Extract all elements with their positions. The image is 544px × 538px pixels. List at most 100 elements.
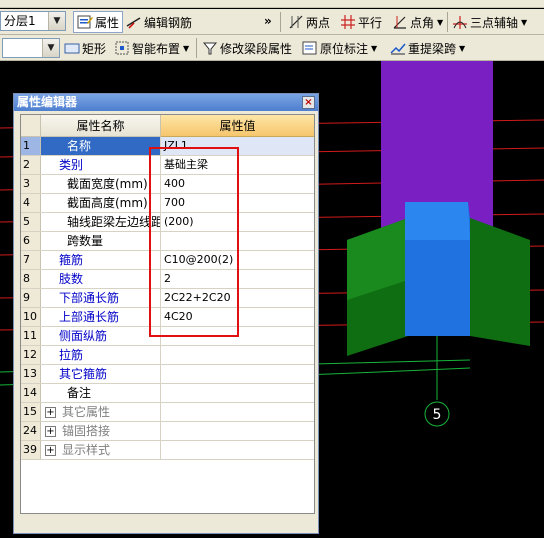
axis-number: 5: [433, 407, 442, 423]
property-value[interactable]: [161, 441, 314, 459]
re-extract-span-button[interactable]: 重提梁跨 ▼: [390, 37, 465, 59]
property-row[interactable]: 2 类别 基础主梁: [21, 156, 314, 175]
property-value[interactable]: C10@200(2): [161, 251, 314, 269]
property-value[interactable]: 400: [161, 175, 314, 193]
panel-title-bar[interactable]: 属性编辑器 ×: [14, 94, 318, 111]
smart-layout-icon: [115, 41, 129, 55]
row-number: 12: [21, 346, 41, 364]
expand-plus-icon[interactable]: +: [45, 445, 56, 456]
point-angle-button[interactable]: 点角 ▼: [392, 11, 443, 33]
annotation-icon: [302, 41, 317, 55]
property-row[interactable]: 7 箍筋 C10@200(2): [21, 251, 314, 270]
smart-layout-label: 智能布置: [132, 41, 181, 56]
toolbar-row-2: ▼ 矩形 智能布置 ▼ 修改梁段属性 原位标注 ▼ 重提梁跨 ▼: [0, 35, 544, 61]
re-extract-span-icon: [390, 43, 406, 55]
property-row[interactable]: 39 + 显示样式: [21, 441, 314, 460]
chevron-down-icon[interactable]: ▼: [48, 12, 65, 30]
property-row[interactable]: 4 截面高度(mm) 700: [21, 194, 314, 213]
beam-right-face[interactable]: [470, 218, 530, 346]
property-name: 上部通长筋: [41, 308, 161, 326]
row-number: 7: [21, 251, 41, 269]
property-name: 箍筋: [41, 251, 161, 269]
toolbar-overflow-button[interactable]: »: [264, 10, 272, 32]
chevron-down-icon[interactable]: ▼: [183, 44, 189, 53]
property-row[interactable]: 8 肢数 2: [21, 270, 314, 289]
property-value[interactable]: [161, 403, 314, 421]
property-row[interactable]: 1 名称 JZL1: [21, 137, 314, 156]
property-value[interactable]: [161, 365, 314, 383]
parallel-icon: [341, 15, 355, 29]
property-row[interactable]: 5 轴线距梁左边线距 (200): [21, 213, 314, 232]
draw-mode-combo[interactable]: ▼: [2, 38, 60, 58]
row-number: 3: [21, 175, 41, 193]
property-icon: [77, 15, 93, 29]
row-number: 2: [21, 156, 41, 174]
property-value[interactable]: 4C20: [161, 308, 314, 326]
property-row[interactable]: 11 侧面纵筋: [21, 327, 314, 346]
property-value[interactable]: [161, 384, 314, 402]
grid-header: 属性名称 属性值: [21, 115, 314, 137]
chevron-down-icon[interactable]: ▼: [459, 44, 465, 53]
property-button[interactable]: 属性: [73, 11, 124, 33]
modify-segment-props-button[interactable]: 修改梁段属性: [202, 37, 292, 59]
three-point-aux-button[interactable]: 三点辅轴 ▼: [452, 11, 527, 33]
property-name: + 其它属性: [41, 403, 161, 421]
rectangle-label: 矩形: [82, 41, 107, 56]
layer-combo[interactable]: 分层1 ▼: [0, 11, 66, 31]
property-value[interactable]: [161, 232, 314, 250]
parallel-label: 平行: [358, 15, 383, 30]
chevron-down-icon[interactable]: ▼: [437, 18, 443, 27]
two-points-icon: [289, 15, 303, 29]
header-property-value[interactable]: 属性值: [161, 115, 314, 137]
property-row[interactable]: 10 上部通长筋 4C20: [21, 308, 314, 327]
property-value[interactable]: [161, 422, 314, 440]
property-row[interactable]: 24 + 锚固搭接: [21, 422, 314, 441]
property-name: 截面宽度(mm): [41, 175, 161, 193]
expand-plus-icon[interactable]: +: [45, 407, 56, 418]
row-number: 10: [21, 308, 41, 326]
re-extract-span-label: 重提梁跨: [408, 41, 457, 56]
property-value[interactable]: 基础主梁: [161, 156, 314, 174]
in-place-annotation-button[interactable]: 原位标注 ▼: [302, 37, 377, 59]
property-row[interactable]: 14 备注: [21, 384, 314, 403]
property-name: + 锚固搭接: [41, 422, 161, 440]
property-value[interactable]: JZL1: [161, 137, 314, 155]
property-grid: 属性名称 属性值 1 名称 JZL1 2 类别 基础主梁 3 截面宽度(mm) 400 4 截面高度…: [20, 114, 315, 514]
chevron-down-icon[interactable]: ▼: [42, 39, 59, 57]
three-point-aux-label: 三点辅轴: [470, 15, 519, 30]
property-value[interactable]: (200): [161, 213, 314, 231]
property-row[interactable]: 9 下部通长筋 2C22+2C20: [21, 289, 314, 308]
group-label: 其它属性: [62, 405, 111, 419]
group-label: 锚固搭接: [62, 424, 111, 438]
property-row[interactable]: 13 其它箍筋: [21, 365, 314, 384]
three-point-aux-icon: [453, 16, 467, 29]
header-property-name[interactable]: 属性名称: [41, 115, 161, 137]
property-value[interactable]: 700: [161, 194, 314, 212]
property-value[interactable]: 2: [161, 270, 314, 288]
close-icon[interactable]: ×: [302, 96, 315, 109]
toolbar-separator: [280, 12, 281, 32]
rectangle-button[interactable]: 矩形: [64, 37, 106, 59]
chevron-down-icon[interactable]: ▼: [371, 44, 377, 53]
property-value[interactable]: [161, 346, 314, 364]
smart-layout-button[interactable]: 智能布置 ▼: [114, 37, 189, 59]
property-name: 其它箍筋: [41, 365, 161, 383]
modify-props-icon: [202, 42, 218, 55]
property-name: + 显示样式: [41, 441, 161, 459]
edit-rebar-button[interactable]: 编辑钢筋: [126, 11, 192, 33]
row-number: 39: [21, 441, 41, 459]
chevron-down-icon[interactable]: ▼: [521, 18, 527, 27]
property-row[interactable]: 6 跨数量: [21, 232, 314, 251]
modify-segment-props-label: 修改梁段属性: [220, 41, 293, 56]
property-row[interactable]: 3 截面宽度(mm) 400: [21, 175, 314, 194]
expand-plus-icon[interactable]: +: [45, 426, 56, 437]
property-value[interactable]: 2C22+2C20: [161, 289, 314, 307]
property-row[interactable]: 12 拉筋: [21, 346, 314, 365]
group-label: 显示样式: [62, 443, 111, 457]
two-points-button[interactable]: 两点: [288, 11, 330, 33]
toolbar-row-1: 分层1 ▼ 属性 编辑钢筋 » 两点 平行 点角 ▼ 三点辅轴 ▼: [0, 9, 544, 35]
property-value[interactable]: [161, 327, 314, 345]
property-row[interactable]: 15 + 其它属性: [21, 403, 314, 422]
property-editor-panel: 属性编辑器 × 属性名称 属性值 1 名称 JZL1 2 类别 基础主梁 3 截面宽度(mm)…: [13, 93, 319, 534]
parallel-button[interactable]: 平行: [340, 11, 382, 33]
